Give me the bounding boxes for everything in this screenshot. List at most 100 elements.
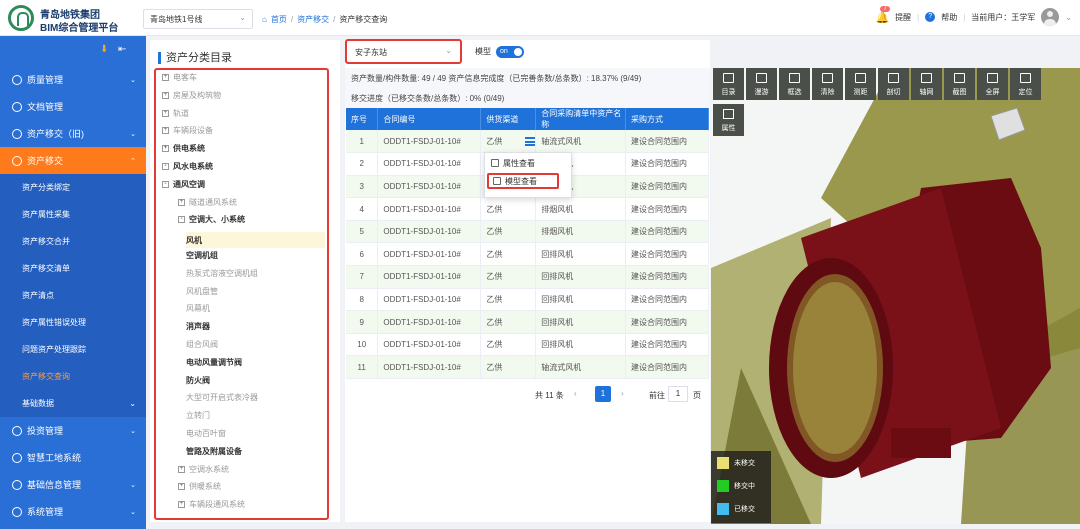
toolbar-property-button[interactable]: 属性 — [713, 104, 744, 136]
sidebar-item-1[interactable]: 文档管理 — [0, 93, 146, 120]
expand-icon[interactable]: + — [178, 483, 185, 491]
tree-node[interactable]: + 空调水系统 — [178, 464, 229, 475]
tree-node[interactable]: + 供电系统 — [162, 143, 205, 154]
station-select[interactable]: 安子东站 ⌄ — [345, 39, 462, 64]
sidebar-subitem-5[interactable]: 资产属性错误处理 — [0, 309, 146, 336]
next-page-icon[interactable]: › — [621, 389, 624, 398]
toolbar-button-6[interactable]: 轴网 — [911, 68, 942, 100]
menu-item-property[interactable]: 属性查看 — [485, 153, 571, 173]
expand-icon[interactable]: + — [162, 74, 169, 81]
page-unit: 页 — [693, 391, 701, 400]
tree-node[interactable]: 风幕机 — [186, 303, 210, 314]
toolbar-button-8[interactable]: 全屏 — [977, 68, 1008, 100]
collapse-icon[interactable]: ⇤ — [118, 44, 126, 55]
page-1-button[interactable]: 1 — [595, 386, 611, 402]
expand-icon[interactable]: + — [178, 198, 185, 206]
tree-node[interactable]: 大型可开启式表冷器 — [186, 392, 258, 403]
tree-node[interactable]: 组合风阀 — [186, 339, 218, 350]
collapse-icon[interactable]: - — [162, 180, 169, 188]
breadcrumb-home[interactable]: 首页 — [271, 14, 287, 25]
toolbar-button-0[interactable]: 目录 — [713, 68, 744, 100]
tree-node[interactable]: 消声器 — [186, 321, 210, 332]
tree-node-label: 大型可开启式表冷器 — [186, 393, 258, 403]
page-input[interactable]: 1 — [668, 386, 688, 402]
expand-icon[interactable]: + — [162, 127, 169, 135]
tree-node[interactable]: 电动百叶窗 — [186, 428, 226, 439]
collapse-icon[interactable]: - — [178, 216, 185, 224]
stats-progress: 移交进度（已移交条数/总条数）: 0% (0/49) — [351, 94, 505, 103]
notify-link[interactable]: 提醒 — [895, 12, 911, 23]
expand-icon[interactable]: + — [178, 501, 185, 509]
sidebar-subitem-4[interactable]: 资产清点 — [0, 282, 146, 309]
sidebar-bottom-item-0[interactable]: 基础数据 ⌄ — [0, 390, 146, 417]
tree-node[interactable]: 防火阀 — [186, 375, 210, 386]
tree-node[interactable]: 风机 — [186, 232, 325, 249]
menu-item-model[interactable]: 模型查看 — [487, 173, 559, 189]
avatar[interactable] — [1041, 8, 1060, 26]
sidebar-subitem-0[interactable]: 资产分类绑定 — [0, 174, 146, 201]
table-cell: 7 — [346, 265, 379, 289]
sidebar-item-0[interactable]: 质量管理 ⌄ — [0, 66, 146, 93]
prev-page-icon[interactable]: ‹ — [574, 389, 577, 398]
sidebar-bottom-item-1[interactable]: 投资管理 ⌄ — [0, 417, 146, 444]
expand-icon[interactable]: + — [162, 91, 169, 99]
sidebar-bottom-item-3[interactable]: 基础信息管理 ⌄ — [0, 471, 146, 498]
table-row[interactable]: 11 ODDT1-FSDJ-01-10# 乙供 轴流式风机 建设合同范围内 — [346, 355, 709, 380]
tree-node[interactable]: + 车辆段通风系统 — [178, 499, 245, 510]
collapse-icon[interactable]: - — [162, 163, 169, 170]
help-icon[interactable]: ? — [925, 12, 936, 22]
table-row[interactable]: 4 ODDT1-FSDJ-01-10# 乙供 排烟风机 建设合同范围内 — [346, 197, 709, 221]
expand-icon[interactable]: + — [162, 145, 169, 153]
sidebar-subitem-6[interactable]: 问题资产处理跟踪 — [0, 336, 146, 363]
tree-node[interactable]: 电动风量调节阀 — [186, 357, 242, 368]
sidebar-bottom-item-4[interactable]: 系统管理 ⌄ — [0, 498, 146, 525]
tree-node[interactable]: - 通风空调 — [162, 179, 205, 190]
toolbar-button-1[interactable]: 漫游 — [746, 68, 777, 100]
help-link[interactable]: 帮助 — [941, 12, 957, 23]
table-cell: 11 — [346, 355, 379, 380]
toolbar-button-9[interactable]: 定位 — [1010, 68, 1041, 100]
expand-icon[interactable]: + — [178, 465, 185, 473]
sidebar-subitem-2[interactable]: 资产移交合并 — [0, 228, 146, 255]
model-toggle[interactable]: on — [496, 46, 524, 58]
sidebar-item-3[interactable]: 资产移交 ⌃ — [0, 147, 146, 174]
sidebar-subitem-1[interactable]: 资产属性采集 — [0, 201, 146, 228]
sidebar-subitem-3[interactable]: 资产移交清单 — [0, 255, 146, 282]
breadcrumb-asset-transfer[interactable]: 资产移交 — [297, 14, 329, 25]
toolbar-button-3[interactable]: 清除 — [812, 68, 843, 100]
table-row[interactable]: 6 ODDT1-FSDJ-01-10# 乙供 回排风机 建设合同范围内 — [346, 242, 709, 267]
chevron-down-icon[interactable]: ⌄ — [1065, 13, 1072, 22]
sidebar-item-2[interactable]: 资产移交（旧) ⌄ — [0, 120, 146, 147]
tree-node[interactable]: 管路及附属设备 — [186, 446, 242, 457]
tree-node[interactable]: + 房屋及构筑物 — [162, 90, 221, 101]
line-select[interactable]: 青岛地铁1号线 ⌄ — [143, 9, 253, 29]
sidebar-bottom-item-2[interactable]: 智慧工地系统 — [0, 444, 146, 471]
tree-node[interactable]: 立转门 — [186, 410, 210, 421]
pin-icon[interactable]: ⬇ — [100, 44, 108, 55]
tree-node[interactable]: 热泵式溶液空调机组 — [186, 268, 258, 279]
tree-node[interactable]: + 供暖系统 — [178, 481, 221, 492]
tree-node[interactable]: + 隧道通风系统 — [178, 197, 237, 208]
row-menu-icon[interactable] — [525, 137, 535, 146]
tree-node[interactable]: + 轨道 — [162, 108, 189, 119]
toolbar-button-5[interactable]: 剖切 — [878, 68, 909, 100]
tree-node[interactable]: - 风水电系统 — [162, 161, 213, 172]
table-row[interactable]: 8 ODDT1-FSDJ-01-10# 乙供 回排风机 建设合同范围内 — [346, 288, 709, 312]
toolbar-button-7[interactable]: 截图 — [944, 68, 975, 100]
table-cell: 回排风机 — [535, 265, 627, 289]
tree-node[interactable]: - 空调大、小系统 — [178, 214, 245, 225]
tree-node[interactable]: + 电客车 — [162, 72, 197, 83]
table-row[interactable]: 9 ODDT1-FSDJ-01-10# 乙供 回排风机 建设合同范围内 — [346, 310, 709, 334]
table-row[interactable]: 5 ODDT1-FSDJ-01-10# 乙供 排烟风机 建设合同范围内 — [346, 220, 709, 244]
tree-node[interactable]: 空调机组 — [186, 250, 218, 261]
tree-node[interactable]: + 车辆段设备 — [162, 125, 213, 136]
sidebar-subitem-7[interactable]: 资产移交查询 — [0, 363, 146, 390]
toolbar-button-4[interactable]: 测距 — [845, 68, 876, 100]
bell-icon[interactable]: 🔔 7 — [875, 5, 890, 24]
table-row[interactable]: 7 ODDT1-FSDJ-01-10# 乙供 回排风机 建设合同范围内 — [346, 265, 709, 289]
table-row[interactable]: 10 ODDT1-FSDJ-01-10# 乙供 回排风机 建设合同范围内 — [346, 333, 709, 357]
table-cell: 建设合同范围内 — [625, 152, 709, 176]
expand-icon[interactable]: + — [162, 109, 169, 117]
toolbar-button-2[interactable]: 框选 — [779, 68, 810, 100]
tree-node[interactable]: 风机盘管 — [186, 286, 218, 297]
